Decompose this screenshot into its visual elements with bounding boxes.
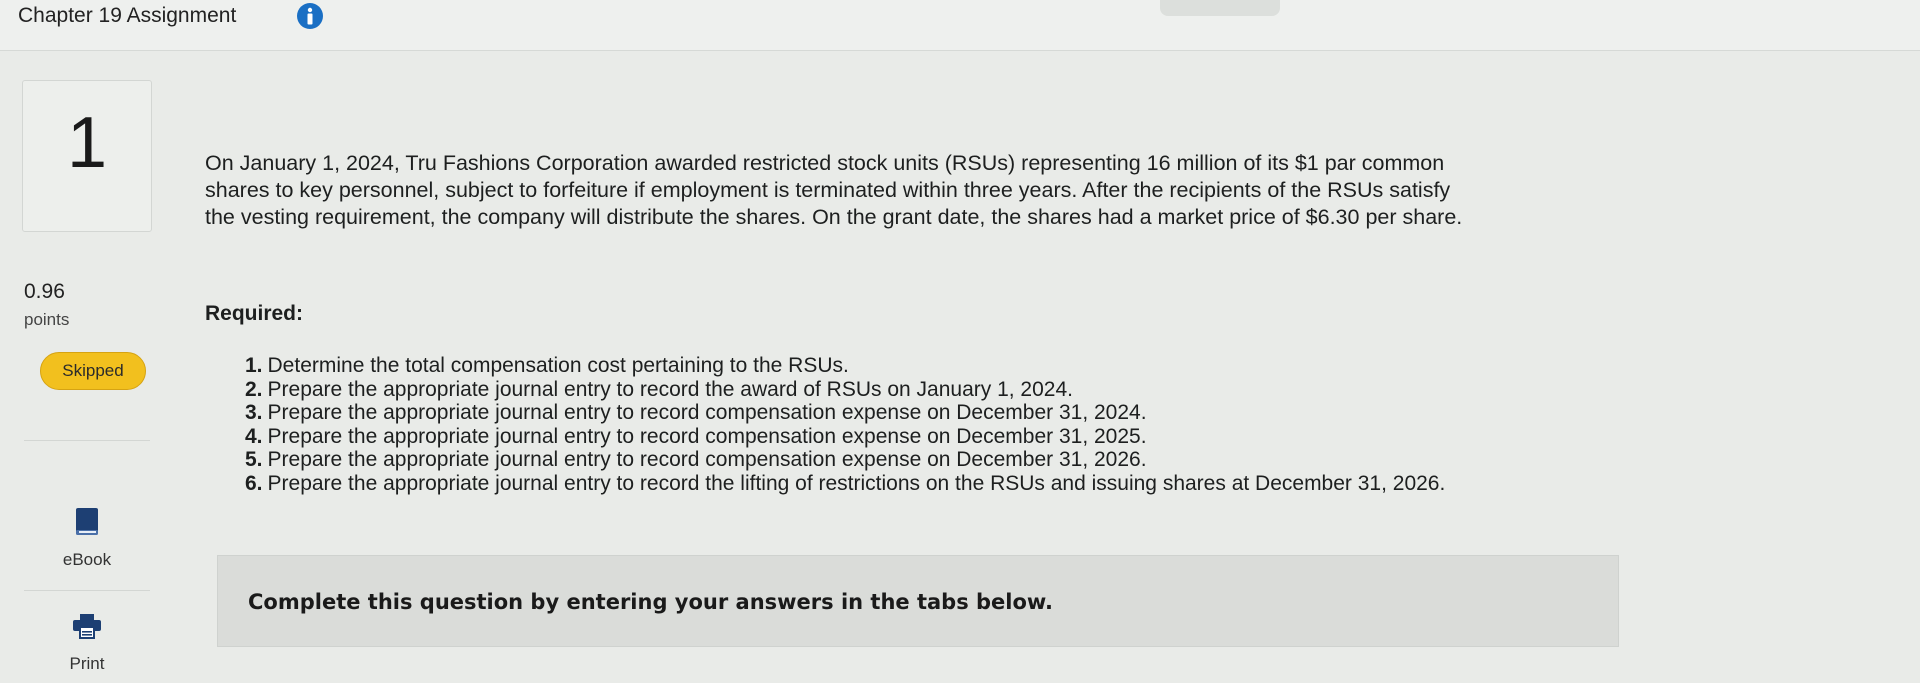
step-text: Prepare the appropriate journal entry to… — [267, 448, 1147, 472]
step-number: 5. — [245, 448, 263, 472]
answer-tabs-panel: Complete this question by entering your … — [217, 555, 1619, 647]
points-label: points — [24, 310, 70, 329]
required-step: 3. Prepare the appropriate journal entry … — [245, 401, 1445, 425]
step-number: 3. — [245, 401, 263, 425]
question-number-card: 1 — [22, 80, 152, 232]
step-text: Prepare the appropriate journal entry to… — [267, 401, 1147, 425]
ebook-label: eBook — [62, 550, 112, 569]
assignment-header: Chapter 19 Assignment — [0, 0, 1920, 51]
required-step: 1. Determine the total compensation cost … — [245, 354, 1445, 378]
step-text: Prepare the appropriate journal entry to… — [267, 424, 1147, 448]
required-step: 5. Prepare the appropriate journal entry … — [245, 448, 1445, 472]
step-text: Prepare the appropriate journal entry to… — [267, 377, 1073, 401]
status-badge: Skipped — [40, 352, 146, 390]
print-button[interactable]: Print — [24, 590, 150, 683]
answers-instruction: Complete this question by entering your … — [248, 590, 1053, 614]
question-sidebar: 1 0.96 points Skipped eBook Print — [0, 50, 170, 673]
step-number: 1. — [245, 354, 263, 377]
intro-line: the vesting requirement, the company wil… — [205, 205, 1463, 229]
step-number: 6. — [245, 471, 263, 495]
book-icon — [24, 507, 150, 542]
step-number: 2. — [245, 377, 263, 401]
points-value: 0.96 — [24, 280, 65, 303]
step-number: 4. — [245, 424, 263, 448]
required-step: 2. Prepare the appropriate journal entry … — [245, 378, 1445, 402]
intro-line: shares to key personnel, subject to forf… — [205, 178, 1451, 202]
required-step: 4. Prepare the appropriate journal entry … — [245, 425, 1445, 449]
ebook-button[interactable]: eBook — [24, 440, 150, 591]
required-heading: Required: — [205, 302, 304, 325]
question-intro: On January 1, 2024, Tru Fashions Corpora… — [205, 150, 1765, 231]
header-tab-placeholder — [1160, 0, 1280, 16]
required-steps-list: 1. Determine the total compensation cost … — [245, 354, 1445, 496]
step-text: Prepare the appropriate journal entry to… — [267, 471, 1446, 495]
intro-line: On January 1, 2024, Tru Fashions Corpora… — [205, 151, 1445, 175]
info-circle-icon[interactable] — [296, 2, 324, 30]
required-step: 6. Prepare the appropriate journal entry … — [245, 472, 1445, 496]
assignment-title: Chapter 19 Assignment — [18, 4, 237, 27]
print-label: Print — [69, 654, 105, 673]
printer-icon — [24, 613, 150, 644]
step-text: Determine the total compensation cost pe… — [267, 354, 849, 377]
question-number: 1 — [66, 103, 108, 183]
